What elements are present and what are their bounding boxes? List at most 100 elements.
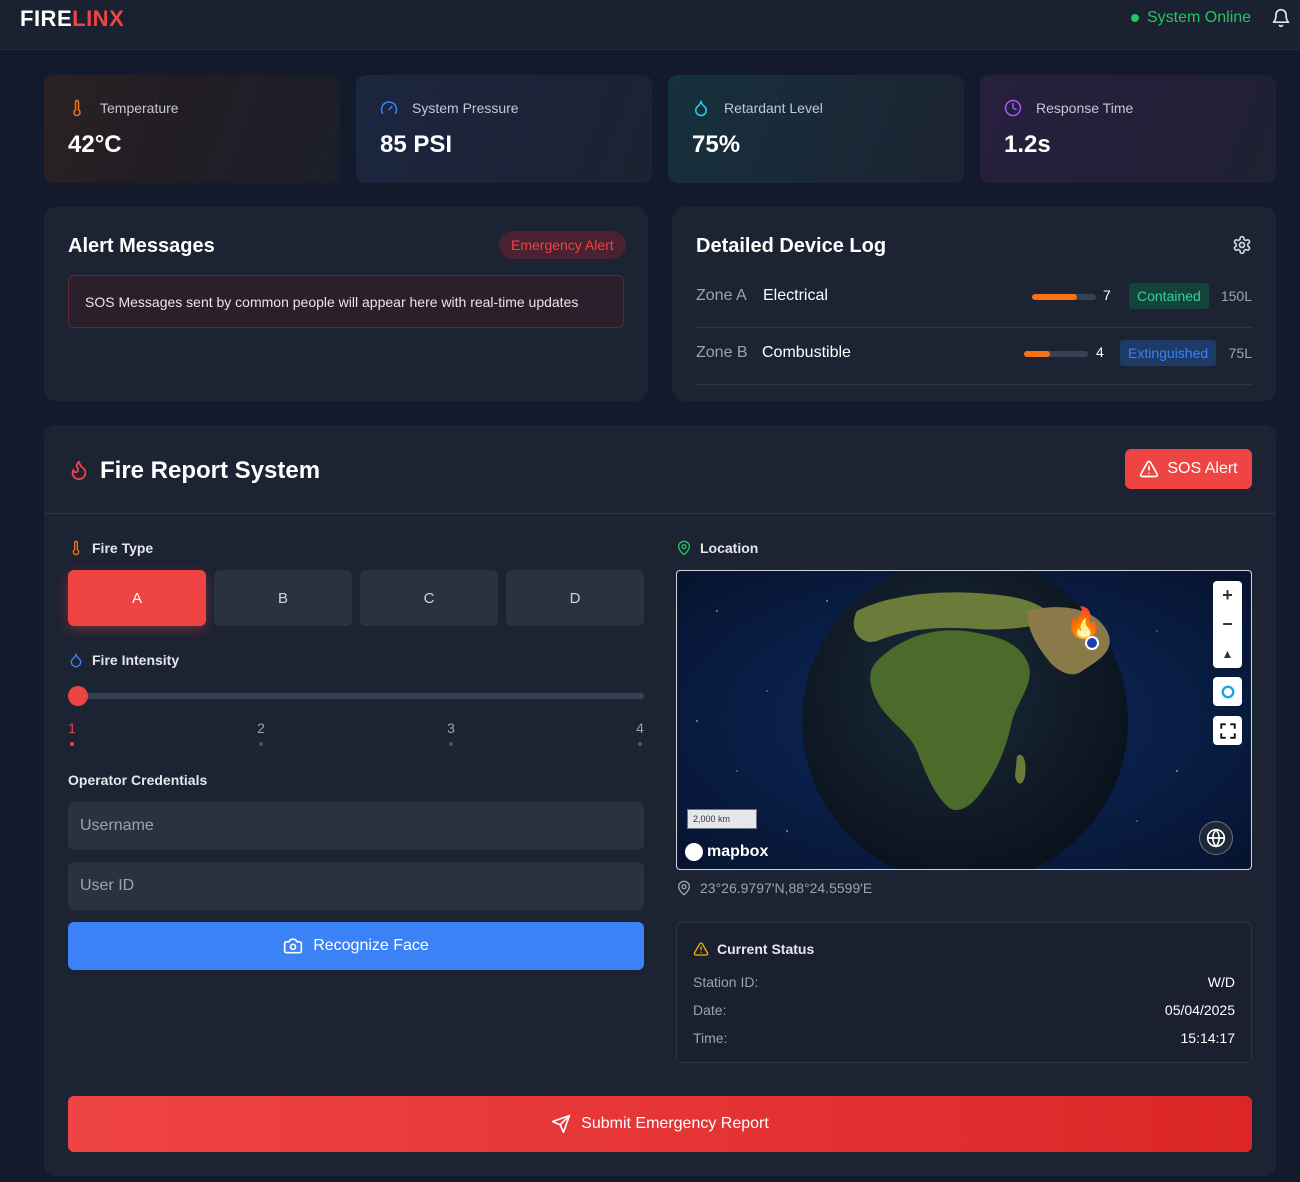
send-icon: [552, 1114, 571, 1134]
fire-type-button-d[interactable]: D: [506, 570, 644, 626]
fire-type-section-label: Fire Type: [68, 540, 153, 556]
location-label: Location: [700, 540, 759, 556]
warning-triangle-icon: [1140, 460, 1159, 478]
metric-label: Response Time: [1036, 100, 1134, 116]
fullscreen-control[interactable]: [1213, 716, 1242, 745]
map-pin-icon: [678, 880, 690, 896]
intensity-slider-thumb[interactable]: [68, 686, 88, 706]
level-count: 4: [1096, 344, 1104, 360]
amount-value: 150L: [1220, 288, 1252, 304]
droplet-icon: [695, 100, 707, 117]
submit-emergency-report-button[interactable]: Submit Emergency Report: [68, 1096, 1252, 1152]
device-log-row[interactable]: Zone B Combustible 4 Extinguished 75L: [696, 328, 1252, 385]
fire-type-label: Fire Type: [92, 540, 154, 556]
mapbox-logo-icon: [685, 843, 703, 861]
fire-type-button-c[interactable]: C: [360, 570, 498, 626]
fire-type-button-a[interactable]: A: [68, 570, 206, 626]
logo-text-linx: LINX: [72, 6, 125, 31]
geolocate-icon[interactable]: [1213, 677, 1242, 706]
sos-alert-label: SOS Alert: [1167, 460, 1238, 477]
panel-title: Alert Messages: [68, 235, 215, 257]
recognize-face-button[interactable]: Recognize Face: [68, 922, 644, 970]
intensity-tick-dot: [449, 742, 453, 746]
fire-report-header: Fire Report System SOS Alert: [44, 425, 1276, 514]
map-zoom-controls[interactable]: + − ▲: [1213, 581, 1242, 668]
amount-value: 75L: [1228, 345, 1252, 361]
warning-triangle-icon: [693, 942, 709, 956]
status-dot-icon: [1131, 14, 1139, 22]
droplet-icon: [70, 653, 82, 668]
time-value: 15:14:17: [1180, 1030, 1236, 1046]
metric-value: 75%: [692, 131, 741, 158]
submit-emergency-report-label: Submit Emergency Report: [581, 1115, 769, 1132]
compass-icon[interactable]: ▲: [1213, 639, 1242, 668]
system-status-label: System Online: [1147, 9, 1252, 26]
metric-label: Retardant Level: [724, 100, 823, 116]
fullscreen-icon[interactable]: [1213, 716, 1242, 745]
intensity-tick-dot: [638, 742, 642, 746]
location-marker-icon: [1085, 636, 1099, 650]
location-section-label: Location: [676, 540, 758, 556]
panel-title: Detailed Device Log: [696, 235, 887, 257]
fire-type-label: Combustible: [762, 344, 851, 361]
zone-label: Zone A: [696, 287, 747, 304]
metric-card-response: Response Time 1.2s: [980, 75, 1276, 183]
mapbox-logo[interactable]: mapbox: [685, 843, 768, 861]
username-input[interactable]: [68, 802, 644, 850]
emergency-alert-badge: Emergency Alert: [499, 231, 626, 259]
map-pin-icon: [678, 540, 690, 556]
time-label: Time:: [693, 1030, 728, 1046]
level-bar-fill: [1024, 351, 1050, 357]
gear-icon[interactable]: [1232, 235, 1252, 255]
status-badge: Extinguished: [1120, 340, 1217, 366]
fire-type-label: Electrical: [763, 287, 828, 304]
metric-card-retardant: Retardant Level 75%: [668, 75, 964, 183]
fire-marker-icon: 🔥: [1065, 605, 1102, 640]
thermometer-icon: [72, 540, 80, 556]
current-status-title: Current Status: [693, 941, 814, 957]
metric-value: 42°C: [68, 131, 122, 158]
thermometer-icon: [73, 99, 81, 117]
location-map[interactable]: 🔥 + − ▲ 2,000 km mapbox: [676, 570, 1252, 870]
bell-icon[interactable]: [1271, 8, 1291, 28]
zoom-in-button[interactable]: +: [1213, 581, 1242, 610]
camera-icon: [284, 938, 303, 954]
clock-icon: [1004, 99, 1022, 117]
map-scale: 2,000 km: [687, 809, 757, 829]
geolocate-control[interactable]: [1213, 677, 1242, 706]
fire-intensity-section-label: Fire Intensity: [68, 652, 179, 668]
globe-icon: [1206, 828, 1226, 848]
intensity-slider-track[interactable]: [68, 693, 644, 699]
fire-type-button-b[interactable]: B: [214, 570, 352, 626]
coordinates-display: 23°26.9797'N,88°24.5599'E: [676, 880, 872, 896]
intensity-tick-label: 3: [447, 720, 455, 736]
intensity-tick-dot: [70, 742, 74, 746]
sos-alert-button[interactable]: SOS Alert: [1125, 449, 1252, 489]
top-header: FIRELINX System Online: [0, 0, 1300, 50]
intensity-tick-dot: [259, 742, 263, 746]
alert-messages-panel: Alert Messages Emergency Alert SOS Messa…: [44, 207, 648, 401]
device-log-panel: Detailed Device Log Zone A Electrical 7 …: [672, 207, 1276, 401]
status-badge: Contained: [1129, 283, 1209, 309]
date-label: Date:: [693, 1002, 727, 1018]
metric-label: Temperature: [100, 100, 179, 116]
globe-projection-button[interactable]: [1199, 821, 1233, 855]
metric-label: System Pressure: [412, 100, 519, 116]
operator-credentials-label: Operator Credentials: [68, 772, 208, 788]
coordinates-text: 23°26.9797'N,88°24.5599'E: [700, 880, 873, 896]
app-logo[interactable]: FIRELINX: [20, 6, 124, 32]
fire-intensity-label: Fire Intensity: [92, 652, 180, 668]
fire-report-panel: Fire Report System SOS Alert Fire Type A…: [44, 425, 1276, 1176]
user-id-input[interactable]: [68, 862, 644, 910]
metric-value: 85 PSI: [380, 131, 453, 158]
mapbox-logo-text: mapbox: [707, 843, 769, 860]
intensity-tick-label: 4: [636, 720, 644, 736]
system-status: System Online: [1131, 9, 1251, 27]
globe-map-graphic[interactable]: 🔥: [677, 571, 1252, 870]
device-log-row[interactable]: Zone A Electrical 7 Contained 150L: [696, 271, 1252, 328]
logo-text-fire: FIRE: [20, 6, 73, 31]
zoom-out-button[interactable]: −: [1213, 610, 1242, 639]
level-bar-fill: [1032, 294, 1077, 300]
level-bar: [1032, 294, 1096, 300]
station-id-value: W/D: [1207, 974, 1235, 990]
